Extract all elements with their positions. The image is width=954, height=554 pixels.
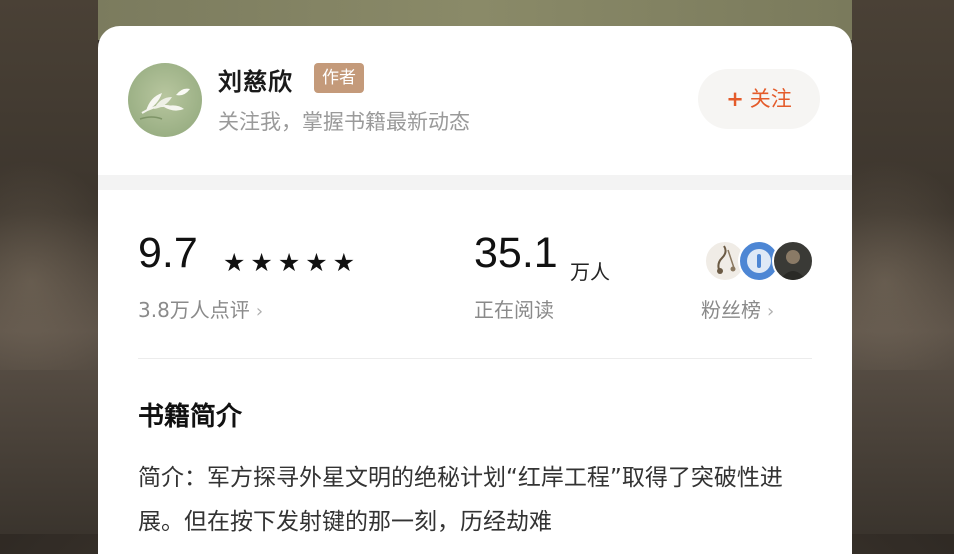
background-right bbox=[812, 0, 954, 534]
rating-count-link[interactable]: 3.8万人点评 › bbox=[138, 294, 263, 323]
section-separator bbox=[98, 175, 852, 190]
chevron-right-icon: › bbox=[767, 301, 775, 322]
author-name[interactable]: 刘慈欣 bbox=[218, 62, 293, 97]
author-subtitle: 关注我，掌握书籍最新动态 bbox=[218, 110, 470, 134]
intro-title: 书籍简介 bbox=[138, 402, 243, 432]
author-badge: 作者 bbox=[314, 63, 364, 93]
reader-label: 正在阅读 bbox=[474, 298, 554, 322]
fans-label: 粉丝榜 bbox=[701, 298, 761, 322]
reader-count: 35.1 bbox=[474, 229, 558, 277]
fan-avatar bbox=[772, 240, 814, 282]
reader-unit: 万人 bbox=[570, 260, 610, 284]
fans-leaderboard-link[interactable]: 粉丝榜 › bbox=[701, 294, 774, 323]
fan-avatars[interactable] bbox=[704, 240, 814, 282]
intro-text[interactable]: 简介：军方探寻外星文明的绝秘计划“红岸工程”取得了突破性进展。但在按下发射键的那… bbox=[138, 456, 818, 544]
follow-button[interactable]: + 关注 bbox=[698, 69, 820, 129]
chevron-right-icon: › bbox=[255, 301, 264, 322]
leaf-avatar-icon[interactable] bbox=[128, 63, 202, 137]
star-rating: ★★★★★ bbox=[223, 248, 361, 277]
divider bbox=[138, 358, 812, 359]
book-detail-card: 刘慈欣 作者 关注我，掌握书籍最新动态 + 关注 9.7 ★★★★★ 3.8万人点… bbox=[98, 26, 852, 554]
plus-icon: + bbox=[726, 87, 744, 111]
author-section[interactable]: 刘慈欣 作者 关注我，掌握书籍最新动态 + 关注 bbox=[98, 26, 852, 176]
rating-count: 3.8万人点评 bbox=[138, 298, 250, 322]
follow-label: 关注 bbox=[749, 87, 792, 111]
rating-score: 9.7 bbox=[138, 229, 198, 277]
background-left bbox=[0, 0, 138, 534]
